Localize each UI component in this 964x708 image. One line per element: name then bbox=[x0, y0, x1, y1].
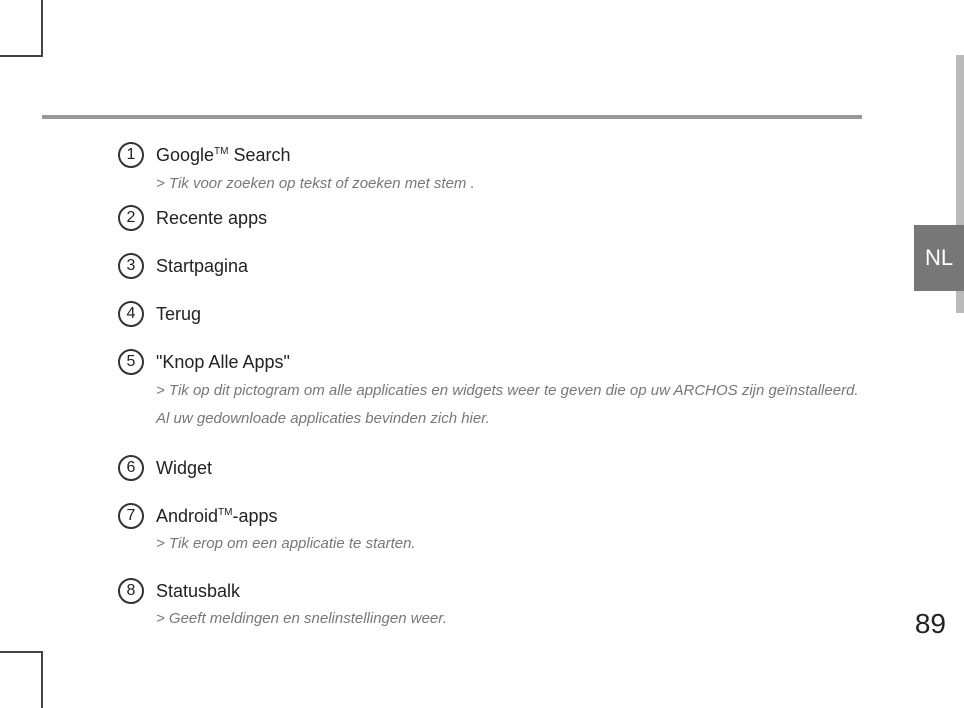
list-item: 5 "Knop Alle Apps" > Tik op dit pictogra… bbox=[118, 349, 878, 431]
list-item: 6 Widget bbox=[118, 455, 878, 481]
item-desc: > Tik voor zoeken op tekst of zoeken met… bbox=[156, 173, 878, 196]
list-item: 4 Terug bbox=[118, 301, 878, 327]
number-marker: 7 bbox=[118, 503, 156, 529]
item-title: GoogleTM Search bbox=[156, 144, 878, 167]
list-item: 2 Recente apps bbox=[118, 205, 878, 231]
number-marker: 6 bbox=[118, 455, 156, 481]
item-title: Recente apps bbox=[156, 207, 878, 230]
circled-number-icon: 2 bbox=[118, 205, 144, 231]
item-title: Startpagina bbox=[156, 255, 878, 278]
circled-number-icon: 3 bbox=[118, 253, 144, 279]
circled-number-icon: 1 bbox=[118, 142, 144, 168]
circled-number-icon: 7 bbox=[118, 503, 144, 529]
item-desc: > Geeft meldingen en snelinstellingen we… bbox=[156, 608, 878, 631]
crop-mark bbox=[0, 651, 42, 653]
list-item: 1 GoogleTM Search > Tik voor zoeken op t… bbox=[118, 142, 878, 195]
item-desc: Al uw gedownloade applicaties bevinden z… bbox=[156, 408, 878, 431]
circled-number-icon: 8 bbox=[118, 578, 144, 604]
circled-number-icon: 4 bbox=[118, 301, 144, 327]
language-tab-label: NL bbox=[925, 245, 953, 271]
crop-mark bbox=[0, 55, 42, 57]
number-marker: 1 bbox=[118, 142, 156, 168]
top-rule bbox=[42, 115, 862, 119]
list-item: 7 AndroidTM-apps > Tik erop om een appli… bbox=[118, 503, 878, 556]
item-title: Statusbalk bbox=[156, 580, 878, 603]
item-desc: > Tik erop om een applicatie te starten. bbox=[156, 533, 878, 556]
language-tab: NL bbox=[914, 225, 964, 291]
list-item: 8 Statusbalk > Geeft meldingen en snelin… bbox=[118, 578, 878, 631]
crop-mark bbox=[41, 651, 43, 708]
crop-mark bbox=[41, 0, 43, 57]
list-item: 3 Startpagina bbox=[118, 253, 878, 279]
page-number: 89 bbox=[915, 608, 946, 640]
number-marker: 8 bbox=[118, 578, 156, 604]
item-title: Widget bbox=[156, 457, 878, 480]
item-title: "Knop Alle Apps" bbox=[156, 351, 878, 374]
legend-list: 1 GoogleTM Search > Tik voor zoeken op t… bbox=[118, 142, 878, 631]
number-marker: 5 bbox=[118, 349, 156, 375]
number-marker: 4 bbox=[118, 301, 156, 327]
item-title: Terug bbox=[156, 303, 878, 326]
number-marker: 3 bbox=[118, 253, 156, 279]
item-title: AndroidTM-apps bbox=[156, 505, 878, 528]
item-desc: > Tik op dit pictogram om alle applicati… bbox=[156, 380, 878, 403]
circled-number-icon: 5 bbox=[118, 349, 144, 375]
number-marker: 2 bbox=[118, 205, 156, 231]
circled-number-icon: 6 bbox=[118, 455, 144, 481]
